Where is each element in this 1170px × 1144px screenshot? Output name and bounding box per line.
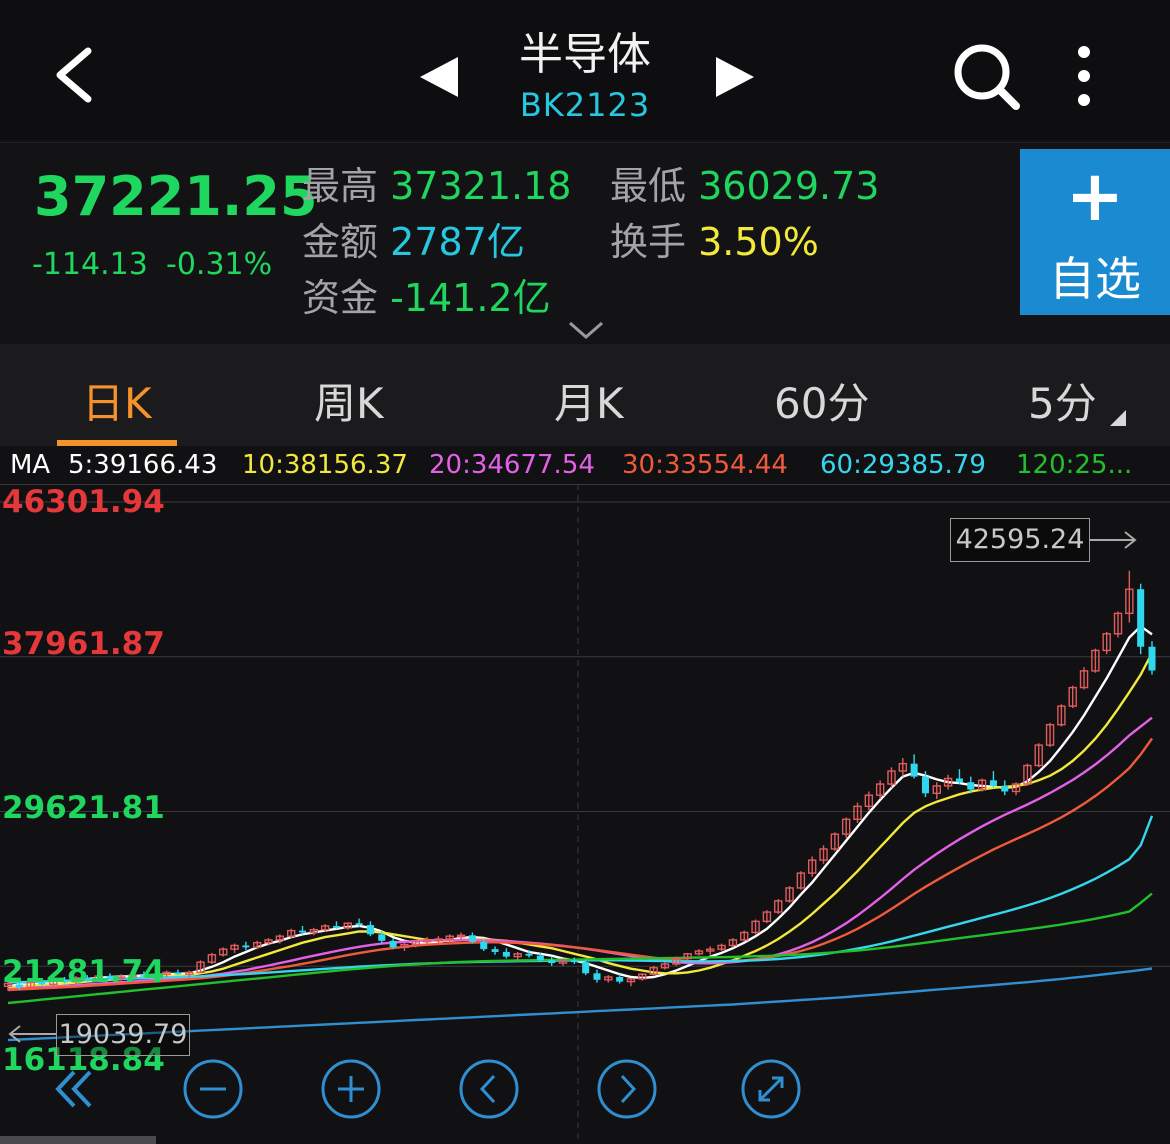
- candle-body: [1001, 785, 1009, 792]
- y-axis-label-2: 37961.87: [2, 626, 165, 662]
- turnover-label: 换手: [610, 220, 687, 264]
- y-axis-label-4: 21281.74: [2, 954, 165, 990]
- tab-monthly[interactable]: 月K: [554, 370, 624, 431]
- low-value: 36029.73: [698, 164, 880, 208]
- candle-body: [570, 960, 578, 963]
- candle-body: [593, 973, 601, 980]
- ma20-value: 20:34677.54: [429, 450, 595, 480]
- candle-body: [955, 778, 963, 783]
- tab-daily[interactable]: 日K: [82, 370, 152, 431]
- tab-5min[interactable]: 5分: [1028, 370, 1097, 431]
- price-change: -114.13: [32, 247, 148, 282]
- tab-60min[interactable]: 60分: [774, 370, 869, 431]
- plus-icon: +: [1065, 155, 1125, 237]
- ma-legend: MA 5:39166.43 10:38156.37 20:34677.54 30…: [0, 448, 1170, 484]
- candle-body: [536, 955, 544, 961]
- period-tabs: 日K 周K 月K 60分 5分: [0, 344, 1170, 446]
- turnover-value: 3.50%: [698, 220, 819, 264]
- dropdown-corner-icon: [1110, 410, 1126, 426]
- top-bar: 半导体 BK2123: [0, 0, 1170, 140]
- candle-body: [242, 945, 250, 948]
- amount-stat: 金额 2787亿: [302, 211, 525, 266]
- low-label: 最低: [610, 164, 687, 208]
- candle-body: [548, 960, 556, 964]
- high-marker-arrow-icon: [1089, 531, 1137, 549]
- ma120-value: 120:25...: [1016, 450, 1133, 480]
- more-icon[interactable]: [1064, 44, 1104, 108]
- candle-body: [480, 941, 488, 950]
- ma10-value: 10:38156.37: [242, 450, 408, 480]
- high-label: 最高: [302, 164, 379, 208]
- low-marker-label: 19039.79: [56, 1014, 190, 1056]
- ma-label: MA: [10, 450, 51, 480]
- ma5-value: 5:39166.43: [68, 450, 218, 480]
- y-axis-label-max: 46301.94: [2, 484, 165, 520]
- ma60-line: [7, 815, 1154, 984]
- y-axis-label-3: 29621.81: [2, 790, 165, 826]
- tab-weekly[interactable]: 周K: [314, 370, 384, 431]
- candle-body: [989, 780, 997, 786]
- candle-body: [616, 977, 624, 982]
- favorite-label: 自选: [1049, 252, 1141, 306]
- active-tab-indicator: [57, 440, 177, 446]
- candle-body: [921, 776, 929, 794]
- add-favorite-button[interactable]: + 自选: [1020, 149, 1170, 315]
- chart-scrollbar[interactable]: [0, 1136, 156, 1144]
- high-marker-label: 42595.24: [950, 518, 1090, 562]
- expand-chevron-icon[interactable]: [566, 319, 606, 341]
- ma60-value: 60:29385.79: [820, 450, 986, 480]
- sector-code: BK2123: [519, 86, 651, 124]
- candle-body: [174, 972, 182, 975]
- zoom-out-icon[interactable]: [182, 1058, 244, 1120]
- quote-panel: 37221.25 -114.13 -0.31% 最高 37321.18 最低 3…: [0, 142, 1170, 343]
- back-icon[interactable]: [50, 45, 100, 105]
- candle-body: [525, 953, 533, 956]
- candle-body: [468, 935, 476, 942]
- candle-body: [910, 763, 918, 777]
- prev-icon[interactable]: [458, 1058, 520, 1120]
- candle-body: [491, 949, 499, 952]
- high-stat: 最高 37321.18: [302, 155, 571, 210]
- low-stat: 最低 36029.73: [610, 155, 879, 210]
- ma10-line: [7, 652, 1154, 989]
- candle-body: [967, 782, 975, 790]
- page-title: 半导体: [519, 29, 651, 80]
- price-change-percent: -0.31%: [166, 247, 273, 282]
- high-value: 37321.18: [390, 164, 572, 208]
- fullscreen-icon[interactable]: [740, 1058, 802, 1120]
- candle-body: [502, 951, 510, 957]
- candle-body: [355, 923, 363, 926]
- current-price: 37221.25: [34, 165, 318, 228]
- search-icon[interactable]: [950, 40, 1022, 112]
- turnover-stat: 换手 3.50%: [610, 211, 819, 266]
- amount-value: 2787亿: [390, 220, 525, 264]
- candle-body: [366, 925, 374, 935]
- fund-value: -141.2亿: [390, 276, 551, 320]
- fund-stat: 资金 -141.2亿: [302, 267, 551, 322]
- ma30-line: [7, 737, 1153, 992]
- candle-body: [1137, 589, 1145, 647]
- zoom-in-icon[interactable]: [320, 1058, 382, 1120]
- scroll-left-double-icon[interactable]: [44, 1058, 106, 1120]
- candle-body: [389, 940, 397, 948]
- candle-body: [378, 934, 386, 941]
- ma5-line: [7, 624, 1153, 988]
- candle-body: [332, 925, 340, 928]
- candle-body: [1148, 646, 1156, 671]
- next-triangle-icon[interactable]: [712, 55, 756, 99]
- next-icon[interactable]: [596, 1058, 658, 1120]
- ma30-value: 30:33554.44: [622, 450, 788, 480]
- fund-label: 资金: [302, 276, 379, 320]
- low-marker-arrow-icon: [8, 1025, 56, 1043]
- amount-label: 金额: [302, 220, 379, 264]
- candle-body: [298, 930, 307, 933]
- candle-body: [582, 962, 590, 974]
